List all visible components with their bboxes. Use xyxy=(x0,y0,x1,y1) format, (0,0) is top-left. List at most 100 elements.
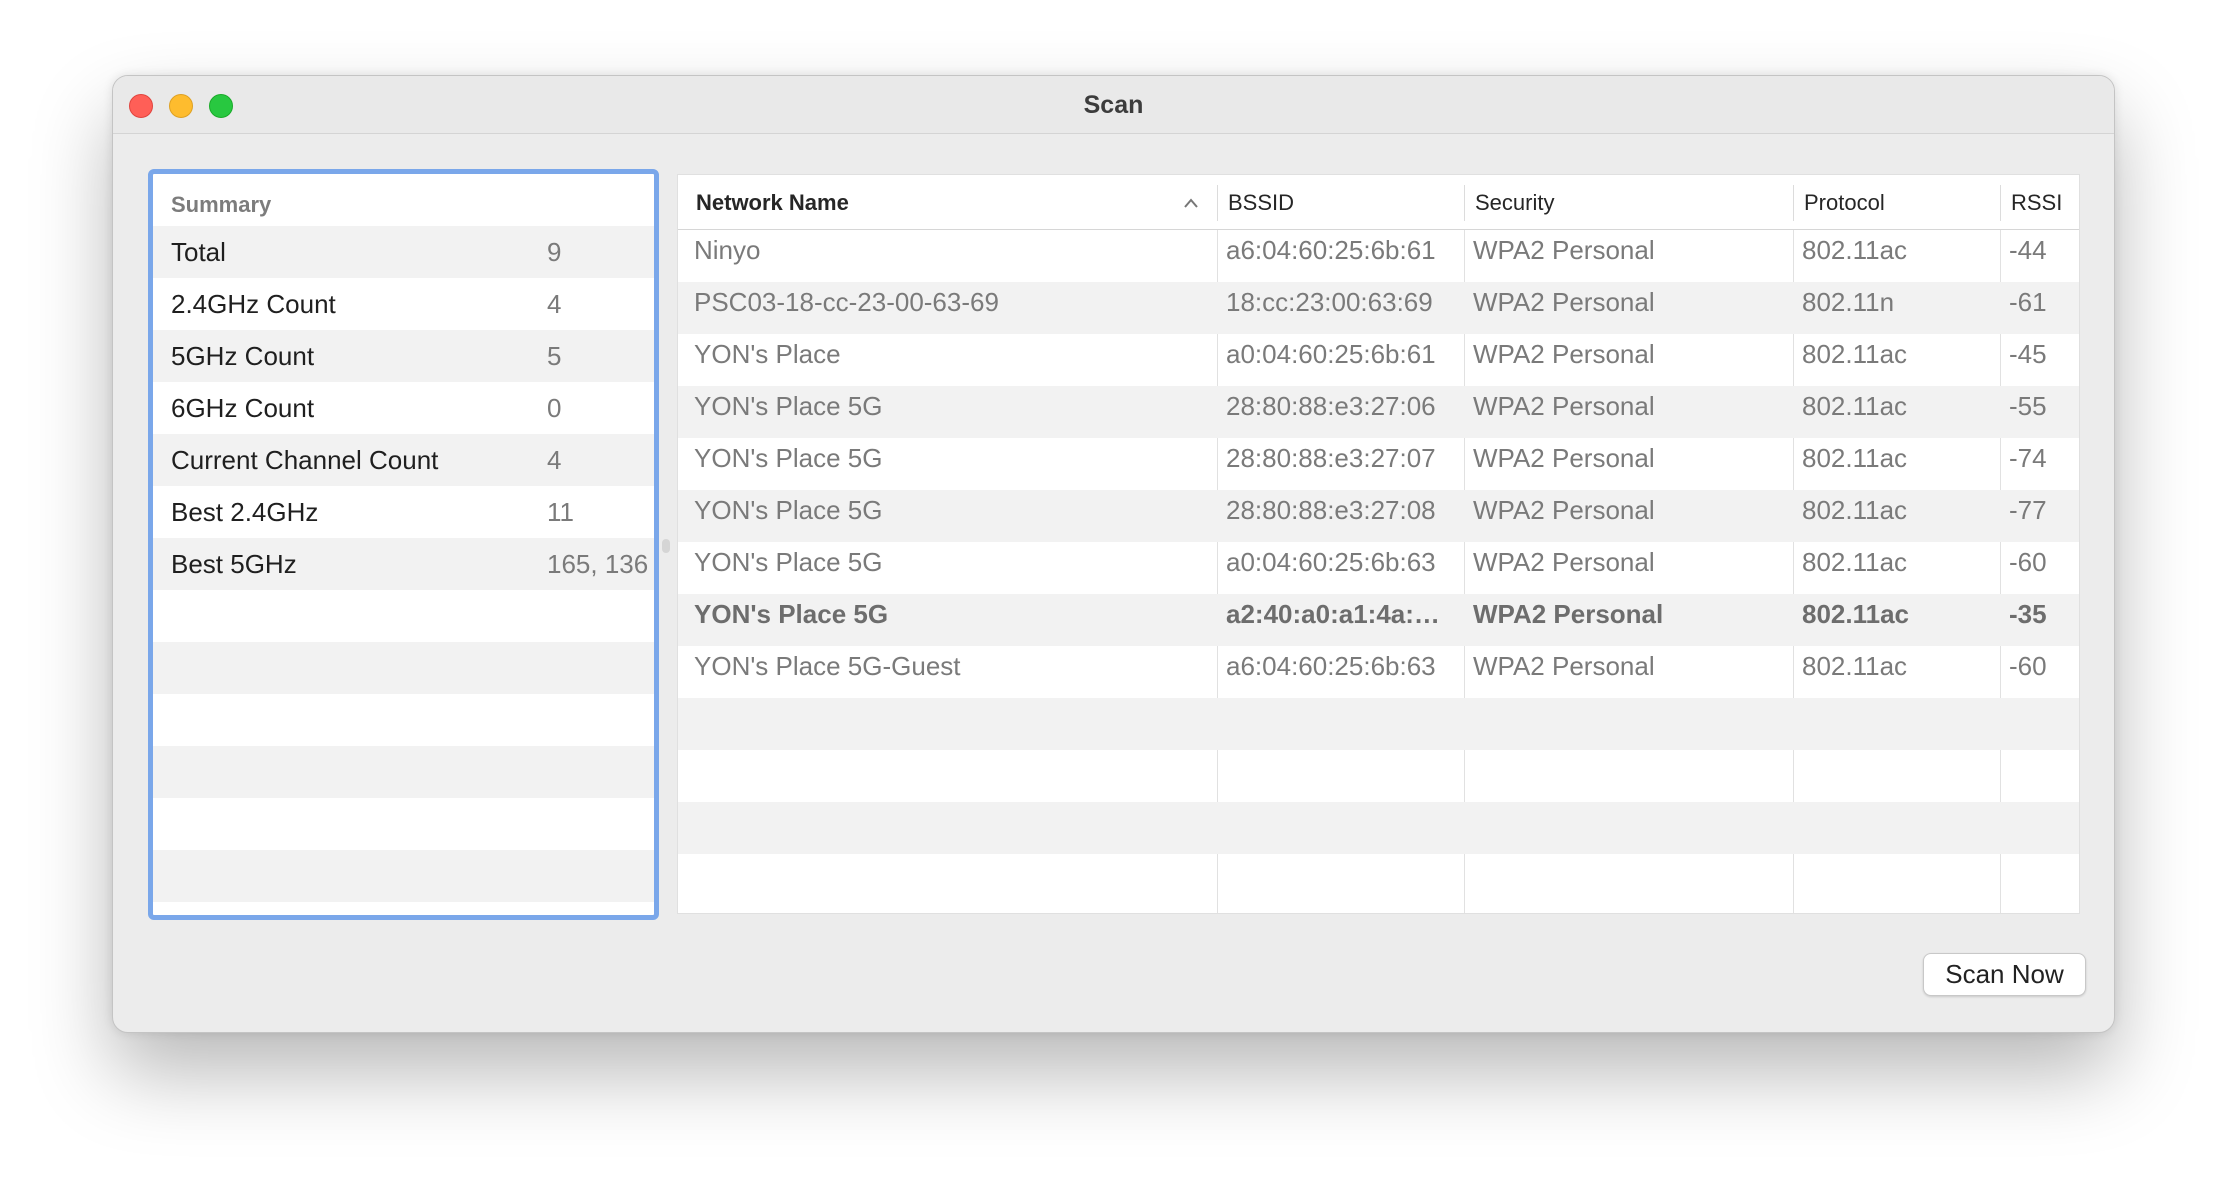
cell-protocol: 802.11ac xyxy=(1802,547,1908,577)
summary-row[interactable]: Best 5GHz 165, 136 xyxy=(153,538,654,590)
cell-security: WPA2 Personal xyxy=(1473,235,1655,265)
column-header-bssid[interactable]: BSSID xyxy=(1228,175,1294,230)
summary-header: Summary xyxy=(171,192,272,217)
summary-row[interactable]: Best 2.4GHz 11 xyxy=(153,486,654,538)
cell-rssi: -60 xyxy=(2009,547,2047,577)
cell-bssid: a2:40:a0:a1:4a:… xyxy=(1226,599,1440,629)
cell-rssi: -60 xyxy=(2009,651,2047,681)
cell-network-name: YON's Place 5G xyxy=(694,391,883,421)
cell-network-name: YON's Place 5G xyxy=(694,547,883,577)
cell-rssi: -45 xyxy=(2009,339,2047,369)
cell-protocol: 802.11n xyxy=(1802,287,1895,317)
cell-network-name: Ninyo xyxy=(694,235,761,265)
summary-row-value: 0 xyxy=(547,393,562,423)
cell-protocol: 802.11ac xyxy=(1802,599,1910,629)
summary-row-label: Best 5GHz xyxy=(171,549,297,579)
cell-security: WPA2 Personal xyxy=(1473,651,1655,681)
summary-row-value: 11 xyxy=(547,497,574,527)
cell-security: WPA2 Personal xyxy=(1473,547,1655,577)
empty-row xyxy=(153,642,654,694)
cell-security: WPA2 Personal xyxy=(1473,599,1664,629)
summary-row[interactable]: 6GHz Count 0 xyxy=(153,382,654,434)
network-table[interactable]: Network Name BSSID Security Protocol RSS… xyxy=(677,174,2080,914)
cell-security: WPA2 Personal xyxy=(1473,443,1655,473)
summary-row-value: 4 xyxy=(547,445,562,475)
summary-row[interactable]: Total 9 xyxy=(153,226,654,278)
cell-rssi: -55 xyxy=(2009,391,2047,421)
column-separator[interactable] xyxy=(1217,185,1218,221)
summary-rows: Total 9 2.4GHz Count 4 5GHz Count 5 6GHz Co… xyxy=(153,226,654,902)
cell-network-name: YON's Place xyxy=(694,339,841,369)
table-row[interactable]: YON's Place 5G 28:80:88:e3:27:08 WPA2 Pers… xyxy=(678,490,2079,542)
cell-rssi: -77 xyxy=(2009,495,2047,525)
empty-row xyxy=(678,854,2079,906)
cell-network-name: YON's Place 5G xyxy=(694,495,883,525)
cell-rssi: -74 xyxy=(2009,443,2047,473)
cell-bssid: a0:04:60:25:6b:63 xyxy=(1226,547,1436,577)
window-title: Scan xyxy=(1083,91,1144,119)
empty-row xyxy=(153,694,654,746)
cell-protocol: 802.11ac xyxy=(1802,235,1908,265)
cell-bssid: a6:04:60:25:6b:61 xyxy=(1226,235,1436,265)
summary-row-label: 6GHz Count xyxy=(171,393,315,423)
column-header-security[interactable]: Security xyxy=(1475,175,1554,230)
summary-row-value: 5 xyxy=(547,341,562,371)
split-view-divider[interactable] xyxy=(662,539,670,553)
table-row[interactable]: YON's Place 5G 28:80:88:e3:27:07 WPA2 Pers… xyxy=(678,438,2079,490)
cell-network-name: PSC03-18-cc-23-00-63-69 xyxy=(694,287,999,317)
cell-rssi: -35 xyxy=(2009,599,2047,629)
cell-bssid: 28:80:88:e3:27:07 xyxy=(1226,443,1436,473)
cell-network-name: YON's Place 5G-Guest xyxy=(694,651,961,681)
cell-security: WPA2 Personal xyxy=(1473,391,1655,421)
table-header: Network Name BSSID Security Protocol RSS… xyxy=(678,175,2079,230)
summary-row-value: 9 xyxy=(547,237,562,267)
empty-row xyxy=(678,802,2079,854)
summary-row-label: Current Channel Count xyxy=(171,445,439,475)
summary-table[interactable]: Summary Total 9 2.4GHz Count 4 5GHz Count 5… xyxy=(148,169,659,920)
table-row[interactable]: YON's Place 5G a0:04:60:25:6b:63 WPA2 Pers… xyxy=(678,542,2079,594)
table-row[interactable]: Ninyo a6:04:60:25:6b:61 WPA2 Personal 802.1… xyxy=(678,230,2079,282)
cell-security: WPA2 Personal xyxy=(1473,287,1655,317)
cell-bssid: 28:80:88:e3:27:06 xyxy=(1226,391,1436,421)
table-row[interactable]: YON's Place 5G a2:40:a0:a1:4a:… WPA2 Perso… xyxy=(678,594,2079,646)
cell-rssi: -44 xyxy=(2009,235,2047,265)
cell-protocol: 802.11ac xyxy=(1802,443,1908,473)
cell-security: WPA2 Personal xyxy=(1473,495,1655,525)
summary-row[interactable]: 2.4GHz Count 4 xyxy=(153,278,654,330)
table-row[interactable]: PSC03-18-cc-23-00-63-69 18:cc:23:00:63:69… xyxy=(678,282,2079,334)
cell-protocol: 802.11ac xyxy=(1802,651,1908,681)
empty-row xyxy=(153,798,654,850)
summary-row-label: Total xyxy=(171,237,226,267)
table-body: Ninyo a6:04:60:25:6b:61 WPA2 Personal 802.1… xyxy=(678,230,2079,906)
summary-row-label: Best 2.4GHz xyxy=(171,497,319,527)
column-header-protocol[interactable]: Protocol xyxy=(1804,175,1885,230)
column-header-network-name[interactable]: Network Name xyxy=(696,175,849,230)
summary-row[interactable]: Current Channel Count 4 xyxy=(153,434,654,486)
empty-row xyxy=(678,750,2079,802)
empty-row xyxy=(678,698,2079,750)
column-separator[interactable] xyxy=(1464,185,1465,221)
empty-row xyxy=(153,850,654,902)
chevron-up-icon[interactable] xyxy=(1183,193,1199,213)
cell-protocol: 802.11ac xyxy=(1802,391,1908,421)
summary-row-value: 4 xyxy=(547,289,562,319)
cell-bssid: a6:04:60:25:6b:63 xyxy=(1226,651,1436,681)
table-row[interactable]: YON's Place 5G 28:80:88:e3:27:06 WPA2 Pers… xyxy=(678,386,2079,438)
cell-network-name: YON's Place 5G xyxy=(694,599,889,629)
column-separator[interactable] xyxy=(2000,185,2001,221)
cell-protocol: 802.11ac xyxy=(1802,339,1908,369)
scan-now-button[interactable]: Scan Now xyxy=(1923,953,2086,996)
empty-row xyxy=(153,746,654,798)
cell-bssid: a0:04:60:25:6b:61 xyxy=(1226,339,1436,369)
cell-bssid: 28:80:88:e3:27:08 xyxy=(1226,495,1436,525)
summary-row[interactable]: 5GHz Count 5 xyxy=(153,330,654,382)
summary-row-label: 5GHz Count xyxy=(171,341,315,371)
table-row[interactable]: YON's Place 5G-Guest a6:04:60:25:6b:63 WPA… xyxy=(678,646,2079,698)
column-separator[interactable] xyxy=(1793,185,1794,221)
cell-protocol: 802.11ac xyxy=(1802,495,1908,525)
cell-rssi: -61 xyxy=(2009,287,2047,317)
column-header-rssi[interactable]: RSSI xyxy=(2011,175,2062,230)
summary-row-value: 165, 136 xyxy=(547,549,649,579)
table-row[interactable]: YON's Place a0:04:60:25:6b:61 WPA2 Persona… xyxy=(678,334,2079,386)
title-bar: Scan xyxy=(113,76,2114,134)
